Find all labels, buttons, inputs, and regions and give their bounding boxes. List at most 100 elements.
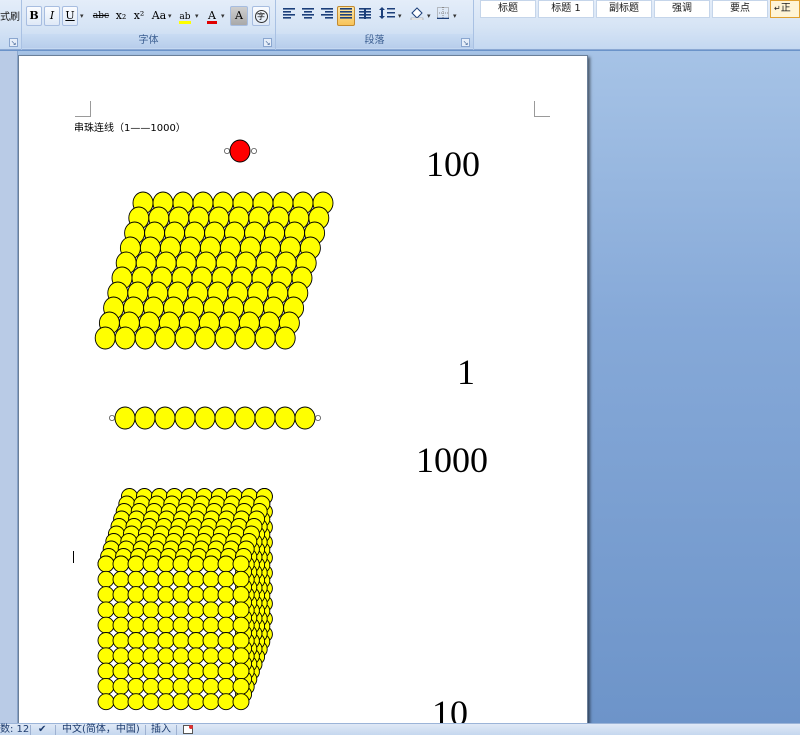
style-normal-marker-icon: ↵ [774,4,781,13]
number-label-1000[interactable]: 1000 [416,439,488,481]
style-normal[interactable]: ↵正 [770,0,800,18]
yellow-bead [202,601,220,619]
yellow-bead [187,647,205,665]
yellow-bead [157,693,175,711]
text-cursor [73,551,74,563]
number-label-1[interactable]: 1 [457,351,475,393]
bold-button[interactable]: B [26,6,42,26]
status-separator [176,725,177,735]
paragraph-group-label: 段落 [276,34,473,48]
yellow-bead [202,632,220,649]
style-heading-1[interactable]: 标题 1 [538,0,594,18]
yellow-bead [232,693,250,711]
single-bead-1[interactable] [223,139,257,163]
font-dialog-launcher[interactable]: ↘ [263,38,272,47]
yellow-bead [127,570,145,588]
yellow-bead [187,601,205,619]
subscript-button[interactable]: x₂ [113,6,129,26]
borders-button[interactable] [434,6,452,26]
yellow-bead [142,570,160,588]
justify-button[interactable] [337,6,355,26]
document-page[interactable]: 串珠连线（1——1000） 100 1 1000 10 [18,55,588,735]
yellow-bead [217,632,235,649]
yellow-bead [172,570,190,588]
align-left-icon [283,8,295,19]
font-group-label: 字体 [22,34,275,48]
italic-button[interactable]: I [44,6,60,26]
yellow-bead [114,326,136,350]
word-count[interactable]: 数: 12 [0,724,29,735]
underline-dropdown-icon[interactable]: ▾ [80,12,84,20]
yellow-bead [112,632,130,649]
align-center-button[interactable] [299,6,317,26]
wire-loop [314,414,321,421]
line-spacing-dropdown-icon[interactable]: ▾ [398,12,402,20]
yellow-bead [112,601,130,619]
yellow-bead [187,616,205,634]
strikethrough-button[interactable]: abc [90,6,112,26]
borders-dropdown-icon[interactable]: ▾ [453,12,457,20]
yellow-bead [127,693,145,711]
yellow-bead [134,406,156,430]
bead-square-100[interactable] [94,191,334,350]
number-label-100[interactable]: 100 [426,143,480,185]
shading-button[interactable] [407,6,427,26]
change-case-button[interactable]: Aa [149,6,169,26]
wire-loop [223,148,230,155]
yellow-bead [217,662,235,680]
yellow-bead [202,586,220,604]
style-strong[interactable]: 要点 [712,0,768,18]
yellow-bead [172,555,190,573]
paragraph-dialog-launcher[interactable]: ↘ [461,38,470,47]
font-color-dropdown-icon[interactable]: ▾ [221,12,225,20]
shading-dropdown-icon[interactable]: ▾ [427,12,431,20]
enclose-characters-button[interactable]: 字 [252,6,270,26]
language-indicator[interactable]: 中文(简体，中国) [62,724,140,735]
yellow-bead [112,647,130,665]
yellow-bead [217,601,235,619]
bead-cube-1000[interactable] [97,488,273,711]
clipboard-dialog-launcher[interactable]: ↘ [9,38,18,47]
align-right-button[interactable] [318,6,336,26]
highlight-dropdown-icon[interactable]: ▾ [195,12,199,20]
style-subtitle[interactable]: 副标题 [596,0,652,18]
yellow-bead [172,601,190,619]
yellow-bead [127,647,145,665]
distributed-button[interactable] [356,6,374,26]
yellow-bead [154,326,176,350]
yellow-bead [187,677,205,695]
line-spacing-button[interactable] [376,6,398,26]
yellow-bead [234,406,256,430]
change-case-dropdown-icon[interactable]: ▾ [168,12,172,20]
style-title[interactable]: 标题 [480,0,536,18]
paragraph-group: ▾ ▾ ▾ 段落 ↘ [276,0,474,50]
proofing-icon[interactable]: ✔ [38,724,46,735]
yellow-bead [97,616,115,634]
yellow-bead [142,647,160,665]
yellow-bead [232,616,250,634]
yellow-bead [157,570,175,588]
yellow-bead [142,677,160,695]
yellow-bead [217,616,235,634]
align-left-button[interactable] [280,6,298,26]
yellow-bead [157,555,175,573]
yellow-bead [112,616,130,634]
format-painter-label[interactable]: 式刷 [0,8,20,23]
vertical-ruler[interactable] [0,51,18,723]
superscript-button[interactable]: x² [131,6,147,26]
yellow-bead [97,677,115,695]
macro-record-icon[interactable] [183,725,193,734]
yellow-bead [127,586,145,604]
style-emphasis[interactable]: 强调 [654,0,710,18]
font-color-button[interactable]: A [204,6,220,26]
yellow-bead [214,406,236,430]
insert-mode[interactable]: 插入 [151,724,171,735]
yellow-bead [232,586,250,604]
yellow-bead [142,586,160,604]
yellow-bead [142,632,160,649]
align-right-icon [321,8,333,19]
underline-button[interactable]: U [62,6,78,26]
character-shading-button[interactable]: A [230,6,248,26]
bead-bar-10[interactable] [109,406,321,430]
highlight-button[interactable]: ab [176,6,194,26]
